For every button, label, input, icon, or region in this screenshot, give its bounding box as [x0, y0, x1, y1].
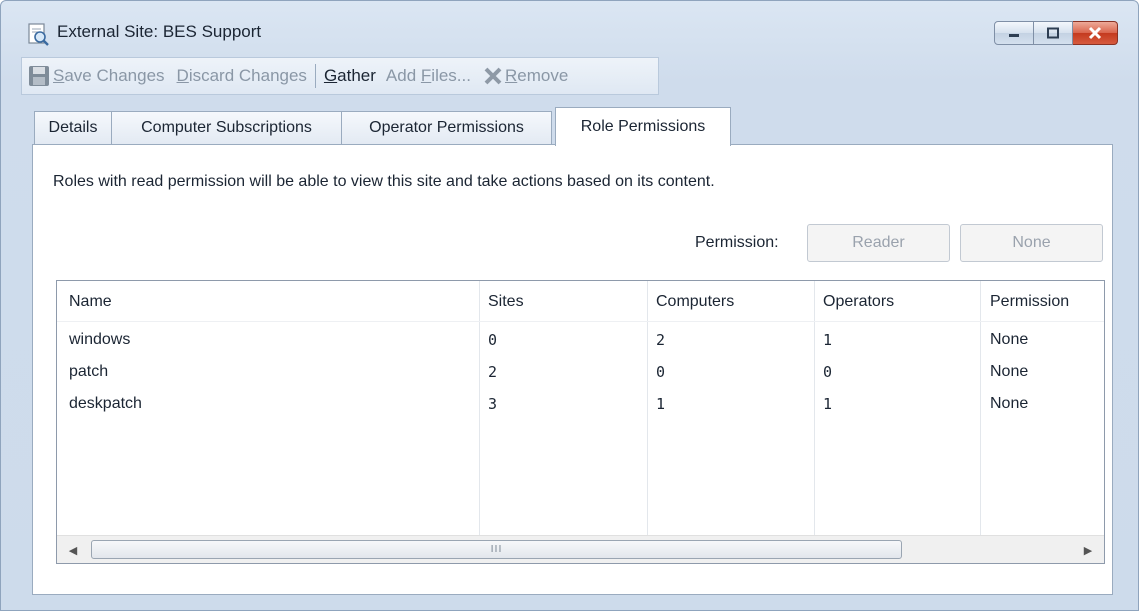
cell-name: patch [69, 363, 109, 380]
cell-sites: 0 [488, 331, 498, 349]
cell-name: windows [69, 331, 131, 348]
tab-role-permissions-label: Role Permissions [580, 118, 706, 135]
table-row[interactable]: deskpatch 3 1 1 None [57, 389, 1104, 421]
none-button-label: None [1012, 234, 1051, 251]
scrollbar-thumb[interactable]: III [91, 540, 902, 559]
reader-button[interactable]: Reader [807, 224, 950, 262]
gather-button[interactable]: Gather [324, 66, 376, 86]
tab-operator-permissions[interactable]: Operator Permissions [341, 111, 552, 144]
toolbar: Save Changes Discard Changes Gather Add … [21, 57, 659, 95]
column-header-sites[interactable]: Sites [488, 293, 524, 311]
reader-button-label: Reader [852, 234, 905, 251]
column-header-name[interactable]: Name [69, 293, 112, 311]
cell-sites: 3 [488, 395, 498, 413]
roles-table: Name Sites Computers Operators Permissio… [56, 280, 1105, 564]
scroll-left-arrow[interactable]: ◀ [61, 536, 85, 563]
close-icon [1088, 26, 1102, 40]
save-changes-label: Save Changes [53, 66, 165, 85]
permission-label: Permission: [695, 234, 779, 251]
horizontal-scrollbar[interactable]: ◀ III ▶ [57, 535, 1104, 563]
add-files-button[interactable]: Add Files... [386, 66, 471, 86]
cell-sites: 2 [488, 363, 498, 381]
site-document-icon [28, 23, 49, 46]
minimize-button[interactable] [994, 21, 1034, 45]
gather-label: Gather [323, 66, 376, 85]
table-row[interactable]: patch 2 0 0 None [57, 357, 1104, 389]
save-changes-button[interactable]: Save Changes [28, 65, 165, 87]
cell-permission: None [990, 395, 1029, 412]
cell-computers: 0 [656, 363, 666, 381]
tab-details-label: Details [48, 119, 98, 136]
cell-permission: None [990, 363, 1029, 380]
tab-operator-permissions-label: Operator Permissions [369, 119, 524, 136]
cell-operators: 1 [823, 331, 833, 349]
cell-computers: 1 [656, 395, 666, 413]
cell-operators: 0 [823, 363, 833, 381]
maximize-button[interactable] [1034, 21, 1073, 45]
scroll-right-arrow[interactable]: ▶ [1076, 536, 1100, 563]
column-header-operators[interactable]: Operators [823, 293, 894, 311]
toolbar-separator [314, 64, 316, 88]
none-button[interactable]: None [960, 224, 1103, 262]
site-window: External Site: BES Support Save Changes … [0, 0, 1139, 611]
discard-changes-label: Discard Changes [176, 66, 307, 85]
remove-x-icon [484, 67, 502, 85]
close-button[interactable] [1073, 21, 1118, 45]
column-header-permission[interactable]: Permission [990, 293, 1069, 311]
scrollbar-grip: III [490, 544, 503, 555]
cell-permission: None [990, 331, 1029, 348]
floppy-disk-icon [29, 66, 49, 86]
add-files-label: Add Files... [385, 66, 471, 85]
maximize-icon [1047, 27, 1059, 39]
description-text: Roles with read permission will be able … [53, 173, 715, 190]
remove-label: Remove [504, 66, 569, 85]
title-bar[interactable]: External Site: BES Support [1, 1, 1138, 53]
table-row[interactable]: windows 0 2 1 None [57, 325, 1104, 357]
minimize-icon [1009, 34, 1019, 37]
tab-computer-subscriptions-label: Computer Subscriptions [141, 119, 312, 136]
header-divider [57, 321, 1104, 322]
discard-changes-button[interactable]: Discard Changes [177, 66, 307, 86]
tab-role-permissions[interactable]: Role Permissions [555, 107, 731, 146]
remove-button[interactable]: Remove [483, 66, 568, 86]
column-header-computers[interactable]: Computers [656, 293, 734, 311]
cell-operators: 1 [823, 395, 833, 413]
window-title: External Site: BES Support [57, 22, 262, 41]
cell-name: deskpatch [69, 395, 142, 412]
tab-details[interactable]: Details [34, 111, 112, 144]
tab-computer-subscriptions[interactable]: Computer Subscriptions [111, 111, 342, 144]
cell-computers: 2 [656, 331, 666, 349]
